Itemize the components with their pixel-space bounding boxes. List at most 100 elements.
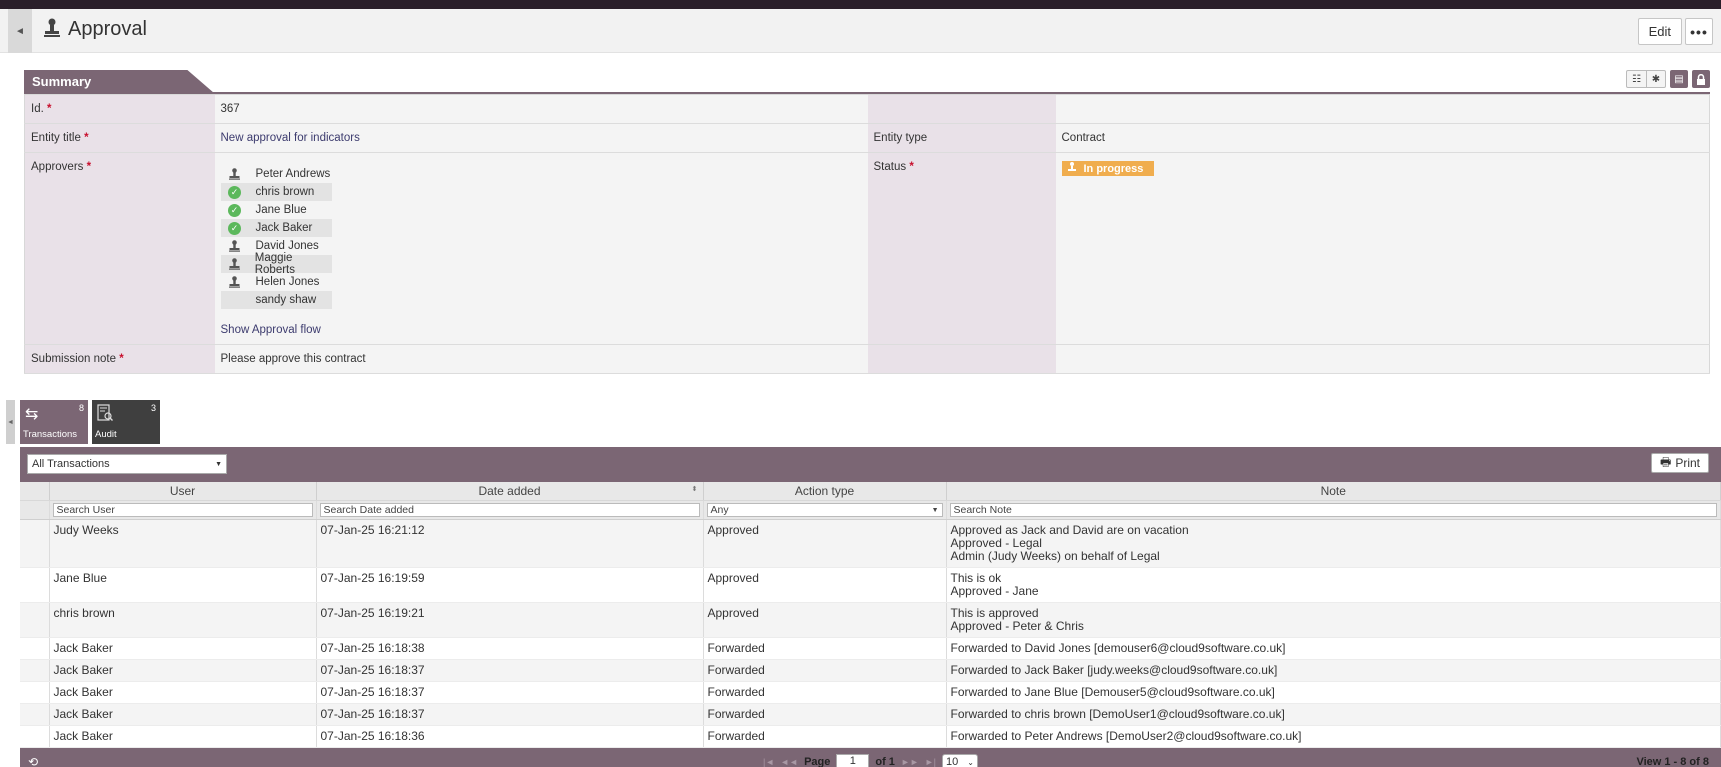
column-user[interactable]: User — [49, 482, 317, 501]
table-row[interactable]: Jack Baker 07-Jan-25 16:18:37 Forwarded For… — [20, 703, 1721, 726]
next-page-icon[interactable]: ►► — [901, 757, 919, 767]
cell-date: 07-Jan-25 16:19:59 — [316, 567, 704, 603]
approvers-label: Approvers — [31, 161, 84, 173]
status-label: Status — [873, 161, 907, 173]
entity-title-link[interactable]: New approval for indicators — [221, 132, 360, 144]
side-panel-handle[interactable]: ◄ — [6, 400, 15, 444]
print-button[interactable]: 🖶 Print — [1650, 453, 1709, 473]
cell-user: Jane Blue — [49, 567, 317, 603]
id-label-cell: Id. * — [24, 94, 215, 124]
list-view-icon[interactable]: ☷ — [1627, 71, 1646, 87]
cell-action: Approved — [703, 602, 947, 638]
filter-date-cell: Search Date added — [316, 500, 704, 520]
approver-item: ✓ chris brown — [220, 183, 332, 201]
status-label-cell: Status * — [867, 152, 1056, 345]
row-blank-cell — [20, 637, 50, 660]
search-note-input[interactable]: Search Note — [949, 502, 1717, 517]
filter-blank — [20, 500, 50, 520]
id-label: Id. — [31, 103, 44, 115]
transactions-icon: ⇆ — [25, 406, 39, 423]
row-approvers: Approvers * Peter Andrews ✓ chris brown ✓ Ja… — [24, 152, 1710, 345]
approver-item: Maggie Roberts — [220, 252, 332, 276]
table-row[interactable]: Jack Baker 07-Jan-25 16:18:36 Forwarded For… — [20, 725, 1721, 748]
tab-label: Transactions — [23, 429, 78, 440]
cell-note: Forwarded to David Jones [demouser6@clou… — [946, 637, 1721, 660]
first-page-icon[interactable]: |◄ — [763, 757, 774, 767]
table-row[interactable]: Jack Baker 07-Jan-25 16:18:37 Forwarded For… — [20, 659, 1721, 682]
page-title: Approval — [68, 18, 147, 40]
grid-toolbar: All Transactions ▼ 🖶 Print — [20, 447, 1721, 482]
cell-date: 07-Jan-25 16:18:37 — [316, 681, 704, 704]
transactions-filter-select[interactable]: All Transactions ▼ — [27, 454, 227, 474]
cell-action: Forwarded — [703, 681, 947, 704]
tab-count: 8 — [78, 403, 84, 413]
header-blank — [20, 482, 50, 501]
search-user-input[interactable]: Search User — [52, 502, 313, 517]
edit-button[interactable]: Edit — [1637, 18, 1682, 45]
lock-icon[interactable] — [1692, 70, 1710, 88]
prev-page-icon[interactable]: ◄◄ — [780, 757, 798, 767]
of-pages-label: of 1 — [875, 756, 895, 767]
document-icon[interactable]: ▤ — [1670, 70, 1688, 88]
column-date-added[interactable]: Date added ⬍ — [316, 482, 704, 501]
last-page-icon[interactable]: ►| — [925, 757, 936, 767]
user-icon — [228, 167, 242, 181]
page-number-input[interactable]: 1 — [836, 754, 870, 767]
pager-controls: |◄ ◄◄ Page 1 of 1 ►► ►| 10 ⌄ — [763, 754, 978, 767]
note-line: Forwarded to Jack Baker [judy.weeks@clou… — [950, 662, 1278, 677]
cell-user: Judy Weeks — [49, 519, 317, 568]
note-line: Forwarded to David Jones [demouser6@clou… — [950, 640, 1286, 655]
required-mark: * — [119, 353, 124, 365]
tab-audit[interactable]: 3 Audit — [92, 400, 160, 444]
bottom-tabs: ⇆ 8 Transactions 3 Audit — [20, 400, 160, 444]
dropdown-arrow-icon: ▼ — [931, 506, 939, 514]
table-row[interactable]: Jack Baker 07-Jan-25 16:18:37 Forwarded For… — [20, 681, 1721, 704]
refresh-icon[interactable]: ⟲ — [28, 755, 38, 767]
collapse-left-icon[interactable]: ◄ — [8, 9, 32, 53]
asterisk-icon[interactable]: ✱ — [1646, 71, 1665, 87]
search-date-input[interactable]: Search Date added — [319, 502, 700, 517]
row-blank-cell — [20, 681, 50, 704]
window-top-strip — [0, 0, 1721, 9]
action-type-select[interactable]: Any ▼ — [706, 502, 943, 517]
cell-note: Forwarded to Jack Baker [judy.weeks@clou… — [946, 659, 1721, 682]
approval-stamp-icon — [44, 18, 60, 41]
tab-transactions[interactable]: ⇆ 8 Transactions — [20, 400, 88, 444]
user-icon — [228, 239, 242, 253]
grid-body: Judy Weeks 07-Jan-25 16:21:12 Approved Appr… — [20, 519, 1721, 748]
column-action-type[interactable]: Action type — [703, 482, 947, 501]
table-row[interactable]: Jane Blue 07-Jan-25 16:19:59 Approved This … — [20, 567, 1721, 603]
page-size-select[interactable]: 10 ⌄ — [942, 754, 978, 767]
submission-note-value: Please approve this contract — [214, 344, 868, 374]
approver-name: Helen Jones — [255, 276, 320, 288]
show-approval-flow-link[interactable]: Show Approval flow — [221, 324, 321, 336]
note-line: Approved - Jane — [950, 583, 1039, 598]
submission-note-label-cell: Submission note * — [24, 344, 215, 374]
approver-item: Helen Jones — [221, 273, 332, 291]
column-note[interactable]: Note — [946, 482, 1721, 501]
user-icon — [228, 275, 242, 289]
note-line: This is ok — [950, 570, 1002, 585]
row-blank-cell — [20, 703, 50, 726]
filter-value: All Transactions — [32, 458, 110, 470]
table-row[interactable]: Jack Baker 07-Jan-25 16:18:38 Forwarded For… — [20, 637, 1721, 660]
approver-name: Jane Blue — [255, 204, 307, 216]
more-options-button[interactable]: ••• — [1685, 18, 1713, 45]
empty-value-cell — [1055, 94, 1710, 124]
cell-action: Forwarded — [703, 637, 947, 660]
empty-label-cell — [867, 344, 1056, 374]
check-icon: ✓ — [228, 185, 242, 199]
approvers-label-cell: Approvers * — [24, 152, 215, 345]
approver-list: Peter Andrews ✓ chris brown ✓ Jane Blue ✓ Jack… — [220, 161, 862, 309]
table-row[interactable]: chris brown 07-Jan-25 16:19:21 Approved Thi… — [20, 602, 1721, 638]
empty-value-cell — [1055, 344, 1710, 374]
cell-user: Jack Baker — [49, 725, 317, 748]
note-line: Approved as Jack and David are on vacati… — [950, 522, 1189, 537]
approver-name: sandy shaw — [255, 294, 317, 306]
blank-icon — [228, 293, 242, 307]
cell-date: 07-Jan-25 16:18:37 — [316, 659, 704, 682]
title-group: Approval — [44, 18, 147, 41]
table-row[interactable]: Judy Weeks 07-Jan-25 16:21:12 Approved Appr… — [20, 519, 1721, 568]
approver-name: Jack Baker — [255, 222, 313, 234]
cell-date: 07-Jan-25 16:18:37 — [316, 703, 704, 726]
